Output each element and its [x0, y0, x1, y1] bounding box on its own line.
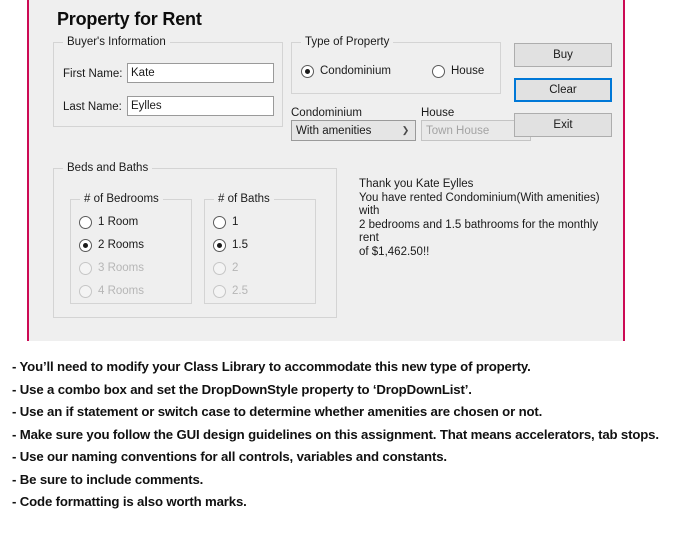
number-of-baths-group: # of Baths 1 1.5 2 2.5	[204, 193, 316, 304]
last-name-label: Last Name:	[63, 101, 122, 113]
note-line: - Be sure to include comments.	[12, 471, 204, 487]
radio-indicator-icon	[79, 215, 92, 229]
radio-indicator-icon	[213, 238, 226, 252]
radio-indicator-icon	[213, 284, 226, 298]
house-combo-value: Town House	[426, 124, 490, 137]
property-for-rent-window: Property for Rent Buyer's Information Fi…	[27, 0, 625, 341]
condominium-combo-value: With amenities	[296, 124, 372, 137]
note-line: - Code formatting is also worth marks.	[12, 494, 247, 509]
radio-house-label: House	[451, 65, 485, 77]
radio-baths-2: 2	[213, 261, 238, 275]
radio-indicator-icon	[79, 238, 92, 252]
note-line: - Use an if statement or switch case to …	[12, 404, 543, 419]
number-of-bedrooms-group-title: # of Bedrooms	[80, 193, 163, 205]
clear-button[interactable]: Clear	[514, 78, 612, 102]
note-line: - Use a combo box and set the DropDownSt…	[12, 381, 472, 397]
beds-and-baths-group: Beds and Baths # of Bedrooms 1 Room 2 Ro…	[53, 162, 337, 318]
note-line: - You’ll need to modify your Class Libra…	[12, 359, 531, 374]
confirmation-message: Thank you Kate Eylles You have rented Co…	[359, 178, 600, 258]
radio-bedrooms-1-room-label: 1 Room	[98, 216, 139, 228]
radio-baths-1-5[interactable]: 1.5	[213, 238, 248, 252]
condominium-combo[interactable]: With amenities ❯	[291, 120, 416, 141]
exit-button[interactable]: Exit	[514, 113, 612, 137]
number-of-baths-group-title: # of Baths	[214, 193, 274, 205]
radio-bedrooms-4-rooms-label: 4 Rooms	[98, 285, 145, 297]
condominium-combo-label: Condominium	[291, 107, 362, 119]
radio-condominium[interactable]: Condominium	[301, 64, 391, 78]
radio-house[interactable]: House	[432, 64, 484, 78]
chevron-down-icon: ❯	[401, 125, 410, 135]
radio-baths-2-label: 2	[232, 262, 239, 274]
radio-bedrooms-1-room[interactable]: 1 Room	[79, 215, 138, 229]
note-line: - Make sure you follow the GUI design gu…	[12, 426, 659, 442]
last-name-input[interactable]: Eylles	[127, 96, 274, 116]
buyers-information-group-title: Buyer's Information	[63, 36, 170, 48]
note-line: - Use our naming conventions for all con…	[12, 449, 447, 464]
radio-baths-1-5-label: 1.5	[232, 239, 248, 251]
number-of-bedrooms-group: # of Bedrooms 1 Room 2 Rooms 3 Rooms 4 R…	[70, 193, 192, 304]
buy-button[interactable]: Buy	[514, 43, 612, 67]
first-name-label: First Name:	[63, 68, 123, 80]
radio-bedrooms-4-rooms: 4 Rooms	[79, 284, 144, 298]
assignment-notes: - You’ll need to modify your Class Libra…	[0, 356, 692, 514]
radio-indicator-icon	[79, 284, 92, 298]
radio-indicator-icon	[213, 261, 226, 275]
buyers-information-group: Buyer's Information First Name: Kate Las…	[53, 36, 283, 127]
radio-indicator-icon	[301, 64, 314, 78]
page-title: Property for Rent	[57, 9, 202, 29]
radio-bedrooms-2-rooms[interactable]: 2 Rooms	[79, 238, 144, 252]
radio-baths-2-5: 2.5	[213, 284, 248, 298]
house-combo-label: House	[421, 107, 455, 119]
radio-baths-1[interactable]: 1	[213, 215, 238, 229]
first-name-input[interactable]: Kate	[127, 63, 274, 83]
radio-indicator-icon	[213, 215, 226, 229]
type-of-property-group: Type of Property Condominium House	[291, 36, 501, 94]
radio-baths-2-5-label: 2.5	[232, 285, 248, 297]
radio-indicator-icon	[79, 261, 92, 275]
type-of-property-group-title: Type of Property	[301, 36, 394, 48]
radio-bedrooms-3-rooms-label: 3 Rooms	[98, 262, 145, 274]
radio-indicator-icon	[432, 64, 445, 78]
radio-condominium-label: Condominium	[320, 65, 391, 77]
radio-bedrooms-3-rooms: 3 Rooms	[79, 261, 144, 275]
radio-bedrooms-2-rooms-label: 2 Rooms	[98, 239, 145, 251]
radio-baths-1-label: 1	[232, 216, 239, 228]
beds-and-baths-group-title: Beds and Baths	[63, 162, 153, 174]
